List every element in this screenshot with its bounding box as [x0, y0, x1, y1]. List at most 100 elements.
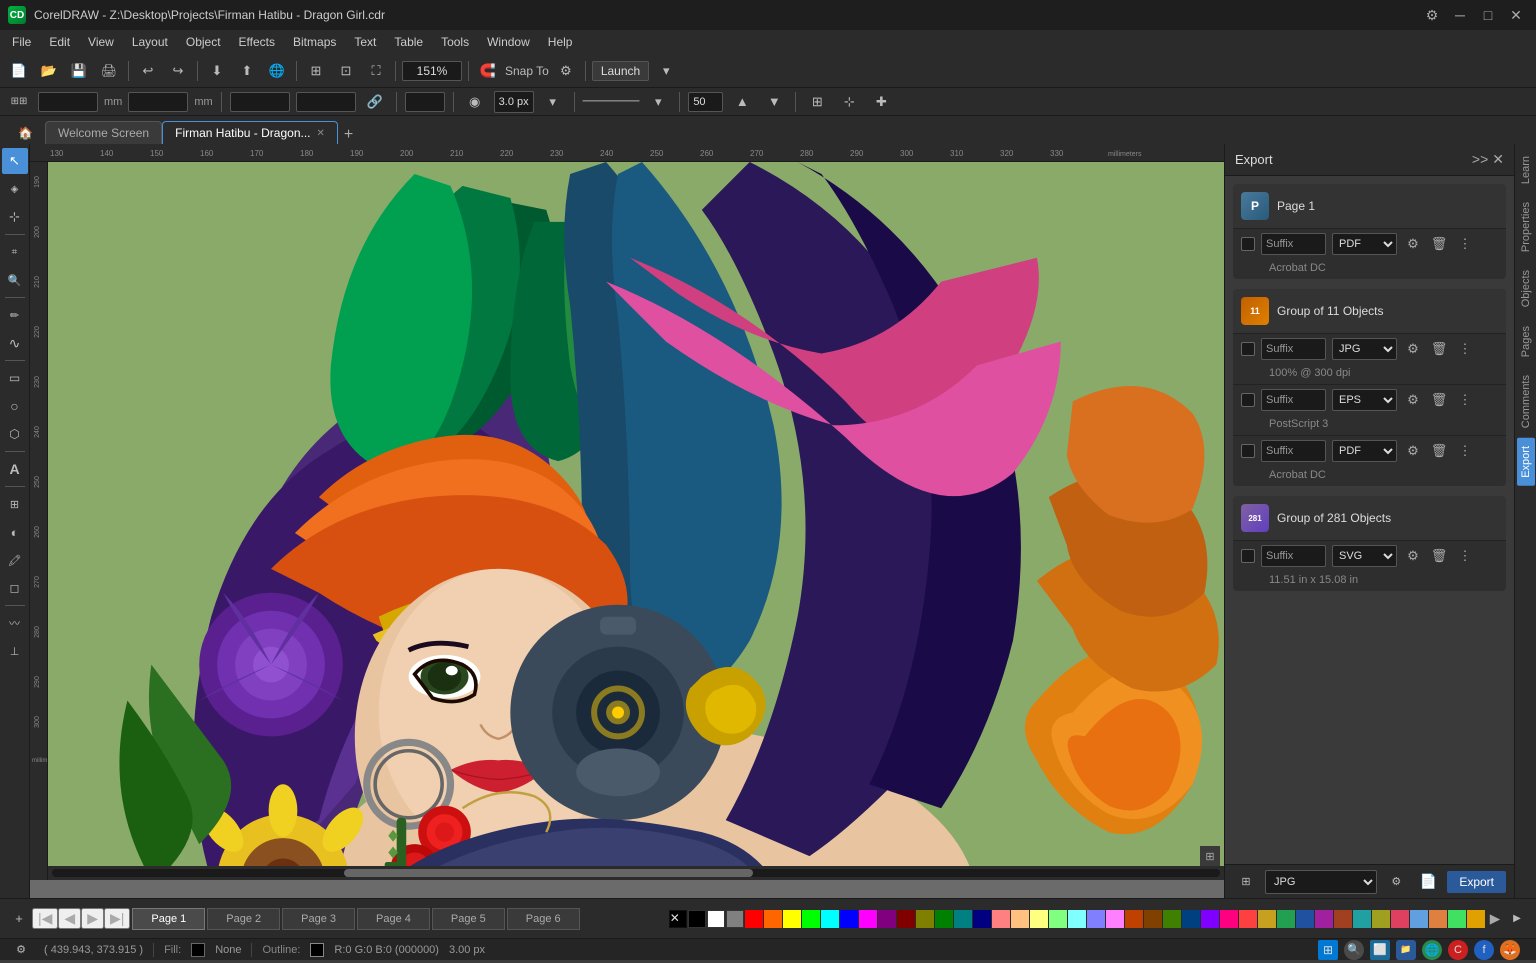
color-swatch-coral[interactable]: [1239, 910, 1257, 928]
taskview-btn[interactable]: ⬜: [1370, 940, 1390, 960]
redo-button[interactable]: ↪: [165, 58, 191, 84]
color-swatch-ltgreen[interactable]: [1049, 910, 1067, 928]
browser-btn[interactable]: 🌐: [1422, 940, 1442, 960]
x-input[interactable]: 398.535 mm: [38, 92, 98, 112]
window-controls[interactable]: ⚙ ─ □ ✕: [1420, 3, 1528, 27]
page-play-btn[interactable]: ▶: [81, 908, 104, 929]
ellipse-tool[interactable]: ○: [2, 393, 28, 419]
zoom-tool[interactable]: 🔍: [2, 267, 28, 293]
export-tab[interactable]: Export: [1517, 438, 1535, 486]
align-grid-btn[interactable]: ⊞: [804, 89, 830, 115]
group281-svg-format[interactable]: SVGJPGPDFEPSPNG: [1332, 545, 1397, 567]
outline-icon[interactable]: ◉: [462, 89, 488, 115]
color-swatch-emerald[interactable]: [1277, 910, 1295, 928]
polygon-tool[interactable]: ⬡: [2, 421, 28, 447]
line-style-btn[interactable]: ▾: [540, 89, 566, 115]
angle-input[interactable]: 0.0: [405, 92, 445, 112]
color-swatch-red[interactable]: [745, 910, 763, 928]
color-swatch-hotpink[interactable]: [1220, 910, 1238, 928]
menu-window[interactable]: Window: [479, 33, 538, 51]
palette-scroll-right[interactable]: ▶: [1486, 911, 1504, 927]
color-swatch-dkgreen[interactable]: [935, 910, 953, 928]
color-swatch-gray[interactable]: [726, 910, 744, 928]
menu-file[interactable]: File: [4, 33, 39, 51]
menu-view[interactable]: View: [80, 33, 122, 51]
page-tab-6[interactable]: Page 6: [507, 908, 580, 930]
close-button[interactable]: ✕: [1504, 3, 1528, 27]
snap-settings-button[interactable]: ⚙: [553, 58, 579, 84]
pages-tab[interactable]: Pages: [1517, 318, 1535, 365]
group11-jpg-suffix[interactable]: [1261, 338, 1326, 360]
color-swatch-tan[interactable]: [1429, 910, 1447, 928]
group11-eps-checkbox[interactable]: [1241, 393, 1255, 407]
group11-jpg-checkbox[interactable]: [1241, 342, 1255, 356]
page1-pdf-delete-icon[interactable]: 🗑: [1429, 234, 1449, 254]
zoom-to-fit-btn[interactable]: ⊞: [1200, 846, 1220, 866]
color-swatch-brown[interactable]: [1125, 910, 1143, 928]
settings-gear-btn[interactable]: ⚙: [8, 937, 34, 963]
save-button[interactable]: 💾: [66, 58, 92, 84]
group281-svg-more-icon[interactable]: ⋮: [1455, 546, 1475, 566]
group11-eps-more-icon[interactable]: ⋮: [1455, 390, 1475, 410]
color-swatch-olive[interactable]: [916, 910, 934, 928]
text-tool[interactable]: A: [2, 456, 28, 482]
canvas-content[interactable]: ⊞: [48, 162, 1224, 880]
publish-button[interactable]: 🌐: [264, 58, 290, 84]
menu-object[interactable]: Object: [178, 33, 229, 51]
facebook-btn[interactable]: f: [1474, 940, 1494, 960]
blend-tool[interactable]: ⊞: [2, 491, 28, 517]
group11-eps-settings-icon[interactable]: ⚙: [1403, 390, 1423, 410]
comments-tab[interactable]: Comments: [1517, 367, 1535, 436]
group11-pdf-delete-icon[interactable]: 🗑: [1429, 441, 1449, 461]
group11-eps-delete-icon[interactable]: 🗑: [1429, 390, 1449, 410]
color-swatch-white[interactable]: [707, 910, 725, 928]
windows-btn[interactable]: ⊞: [1318, 940, 1338, 960]
color-swatch-ltblue[interactable]: [1087, 910, 1105, 928]
file-explorer-btn[interactable]: 📁: [1396, 940, 1416, 960]
open-button[interactable]: 📂: [36, 58, 62, 84]
import-button[interactable]: ⬇: [204, 58, 230, 84]
undo-button[interactable]: ↩: [135, 58, 161, 84]
new-button[interactable]: 📄: [6, 58, 32, 84]
color-palette-more-btn[interactable]: ▶: [1504, 906, 1530, 932]
group11-pdf-suffix[interactable]: [1261, 440, 1326, 462]
group11-pdf-format[interactable]: PDFJPGEPSSVGPNG: [1332, 440, 1397, 462]
crop-tool[interactable]: ⌗: [2, 239, 28, 265]
page-tab-3[interactable]: Page 3: [282, 908, 355, 930]
maximize-button[interactable]: □: [1476, 3, 1500, 27]
active-document-tab[interactable]: Firman Hatibu - Dragon... ✕: [162, 121, 338, 144]
page-prev-btn[interactable]: ◀: [58, 908, 81, 929]
page-next-btn[interactable]: ▶|: [104, 908, 130, 929]
color-swatch-cobalt[interactable]: [1296, 910, 1314, 928]
menu-bitmaps[interactable]: Bitmaps: [285, 33, 344, 51]
color-swatch-khaki[interactable]: [1372, 910, 1390, 928]
new-tab-button[interactable]: +: [338, 126, 359, 144]
wireframe-button[interactable]: ⊡: [333, 58, 359, 84]
snap-icon[interactable]: 🧲: [475, 58, 501, 84]
eyedropper-tool[interactable]: 🖍: [2, 547, 28, 573]
export-button[interactable]: ⬆: [234, 58, 260, 84]
menu-edit[interactable]: Edit: [41, 33, 78, 51]
expand-panel-btn[interactable]: >>: [1472, 151, 1488, 168]
minimize-button[interactable]: ─: [1448, 3, 1472, 27]
page1-pdf-format[interactable]: PDFJPGEPSSVGPNG: [1332, 233, 1397, 255]
color-swatch-black[interactable]: [688, 910, 706, 928]
zoom-input[interactable]: 151%: [402, 61, 462, 81]
group11-eps-suffix[interactable]: [1261, 389, 1326, 411]
full-screen-button[interactable]: ⛶: [363, 58, 389, 84]
freehand-tool[interactable]: ✏: [2, 302, 28, 328]
firefox-btn[interactable]: 🦊: [1500, 940, 1520, 960]
group281-svg-suffix[interactable]: [1261, 545, 1326, 567]
search-btn[interactable]: 🔍: [1344, 940, 1364, 960]
canvas-area[interactable]: 130 140 150 160 170 180 190 200 210 220 …: [30, 144, 1224, 898]
learn-tab[interactable]: Learn: [1517, 148, 1535, 192]
menu-table[interactable]: Table: [386, 33, 431, 51]
page1-pdf-checkbox[interactable]: [1241, 237, 1255, 251]
group11-pdf-settings-icon[interactable]: ⚙: [1403, 441, 1423, 461]
menu-tools[interactable]: Tools: [433, 33, 477, 51]
home-tab[interactable]: 🏠: [6, 122, 45, 144]
color-swatch-magenta[interactable]: [859, 910, 877, 928]
menu-help[interactable]: Help: [540, 33, 581, 51]
color-swatch-maroon[interactable]: [897, 910, 915, 928]
line-dash-btn[interactable]: ▾: [645, 89, 671, 115]
